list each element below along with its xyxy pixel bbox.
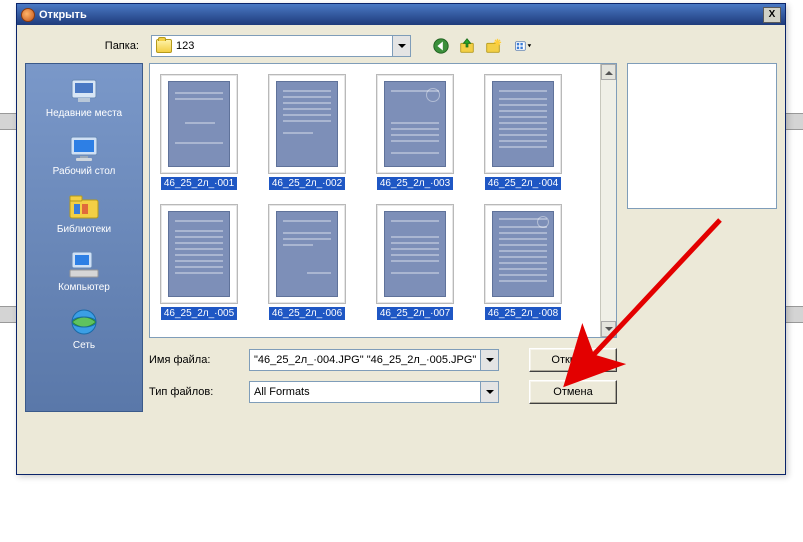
folder-label: Папка: bbox=[25, 40, 145, 52]
filetype-combo[interactable]: All Formats bbox=[249, 381, 499, 403]
file-thumb[interactable]: 46_25_2л_·006 bbox=[266, 204, 348, 320]
file-label: 46_25_2л_·007 bbox=[377, 307, 453, 320]
places-bar: Недавние места Рабочий стол Библиотеки К… bbox=[25, 63, 143, 412]
up-one-level-button[interactable] bbox=[457, 36, 477, 56]
folder-name: 123 bbox=[176, 40, 194, 52]
app-icon bbox=[21, 8, 35, 22]
file-label: 46_25_2л_·008 bbox=[485, 307, 561, 320]
folder-toolbar: Папка: 123 bbox=[17, 25, 785, 63]
place-desktop[interactable]: Рабочий стол bbox=[26, 128, 142, 184]
filetype-value: All Formats bbox=[254, 386, 310, 398]
file-thumb[interactable]: 46_25_2л_·008 bbox=[482, 204, 564, 320]
filename-label: Имя файла: bbox=[149, 354, 239, 366]
file-label: 46_25_2л_·004 bbox=[485, 177, 561, 190]
file-thumb[interactable]: 46_25_2л_·007 bbox=[374, 204, 456, 320]
view-mode-button[interactable] bbox=[509, 36, 539, 56]
place-computer-label: Компьютер bbox=[26, 282, 142, 294]
file-label: 46_25_2л_·006 bbox=[269, 307, 345, 320]
title-bar[interactable]: Открыть X bbox=[17, 4, 785, 25]
place-libraries[interactable]: Библиотеки bbox=[26, 186, 142, 242]
place-recent[interactable]: Недавние места bbox=[26, 70, 142, 126]
close-button[interactable]: X bbox=[763, 7, 781, 23]
file-label: 46_25_2л_·003 bbox=[377, 177, 453, 190]
window-title: Открыть bbox=[39, 9, 763, 21]
filetype-dropdown-icon[interactable] bbox=[480, 382, 498, 402]
scroll-up-button[interactable] bbox=[601, 64, 616, 80]
folder-dropdown-icon[interactable] bbox=[392, 36, 410, 56]
bottom-fields: Имя файла: "46_25_2л_·004.JPG" "46_25_2л… bbox=[149, 348, 617, 412]
file-thumb[interactable]: 46_25_2л_·003 bbox=[374, 74, 456, 190]
filename-value: "46_25_2л_·004.JPG" "46_25_2л_·005.JPG" bbox=[254, 354, 476, 366]
folder-combo[interactable]: 123 bbox=[151, 35, 411, 57]
scroll-down-button[interactable] bbox=[601, 321, 616, 337]
open-button[interactable]: Открыть bbox=[529, 348, 617, 372]
open-file-dialog: Открыть X Папка: 123 Недавние места bbox=[16, 3, 786, 475]
filename-dropdown-icon[interactable] bbox=[480, 350, 498, 370]
file-pane: 46_25_2л_·001 46_25_2л_·002 46_25_2л_·00… bbox=[149, 63, 617, 412]
place-recent-label: Недавние места bbox=[26, 108, 142, 120]
file-thumb[interactable]: 46_25_2л_·005 bbox=[158, 204, 240, 320]
thumbnail-area[interactable]: 46_25_2л_·001 46_25_2л_·002 46_25_2л_·00… bbox=[149, 63, 617, 338]
place-computer[interactable]: Компьютер bbox=[26, 244, 142, 300]
file-label: 46_25_2л_·002 bbox=[269, 177, 345, 190]
dialog-body: Недавние места Рабочий стол Библиотеки К… bbox=[17, 63, 785, 420]
place-network-label: Сеть bbox=[26, 340, 142, 352]
folder-icon bbox=[156, 39, 172, 53]
preview-pane bbox=[627, 63, 777, 209]
file-thumb[interactable]: 46_25_2л_·001 bbox=[158, 74, 240, 190]
filetype-label: Тип файлов: bbox=[149, 386, 239, 398]
file-label: 46_25_2л_·005 bbox=[161, 307, 237, 320]
place-libraries-label: Библиотеки bbox=[26, 224, 142, 236]
cancel-button[interactable]: Отмена bbox=[529, 380, 617, 404]
new-folder-button[interactable] bbox=[483, 36, 503, 56]
filename-input[interactable]: "46_25_2л_·004.JPG" "46_25_2л_·005.JPG" bbox=[249, 349, 499, 371]
place-desktop-label: Рабочий стол bbox=[26, 166, 142, 178]
back-button[interactable] bbox=[431, 36, 451, 56]
file-thumb[interactable]: 46_25_2л_·004 bbox=[482, 74, 564, 190]
scrollbar[interactable] bbox=[600, 64, 616, 337]
file-thumb[interactable]: 46_25_2л_·002 bbox=[266, 74, 348, 190]
file-label: 46_25_2л_·001 bbox=[161, 177, 237, 190]
place-network[interactable]: Сеть bbox=[26, 302, 142, 358]
